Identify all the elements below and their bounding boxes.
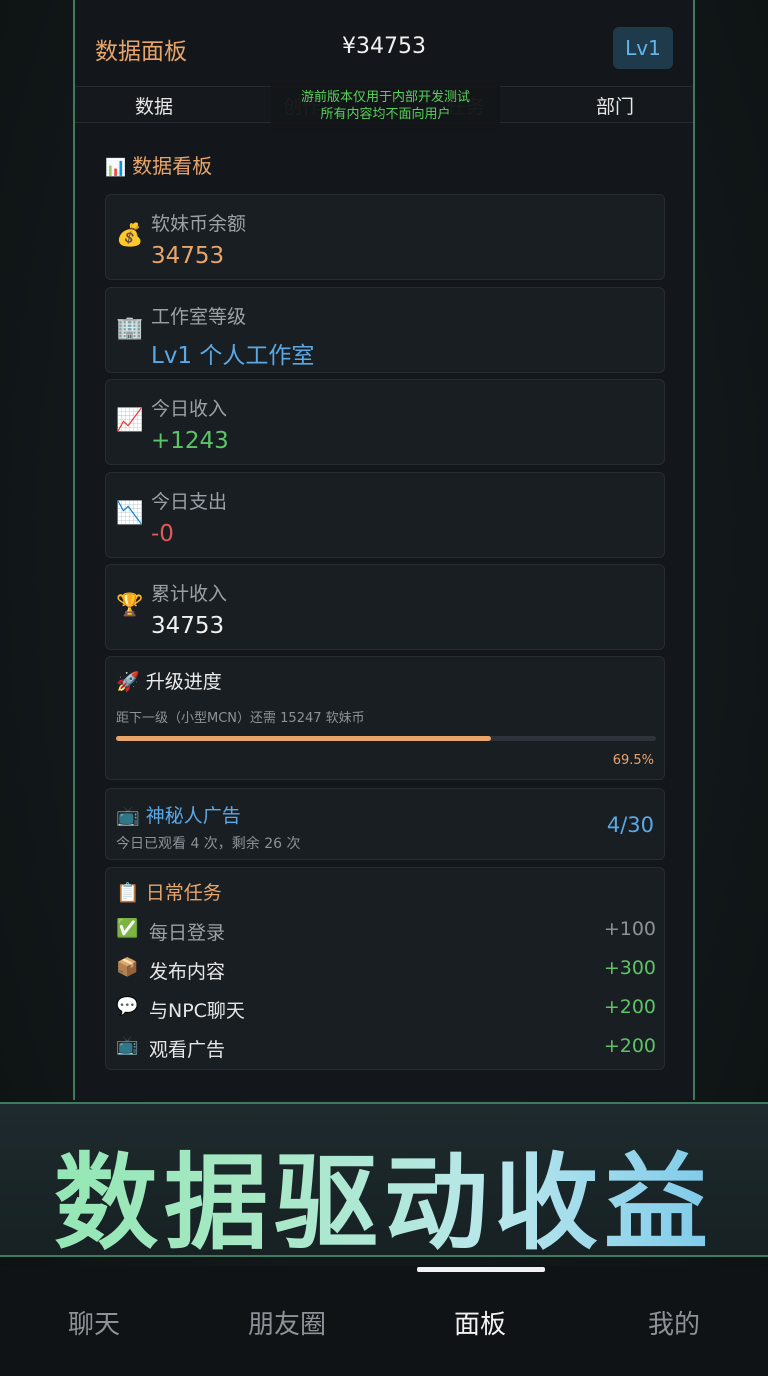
level-badge[interactable]: Lv1 bbox=[613, 27, 673, 69]
balance-display: ¥34753 bbox=[342, 34, 426, 59]
bar-chart-icon: 📊 bbox=[105, 158, 127, 178]
tasks-title: 📋 日常任务 bbox=[116, 878, 222, 905]
task-reward: +300 bbox=[603, 957, 656, 979]
progress-percent: 69.5% bbox=[612, 753, 654, 768]
package-icon: 📦 bbox=[116, 957, 139, 978]
stat-value: -0 bbox=[151, 521, 174, 547]
ad-title-text: 神秘人广告 bbox=[145, 805, 241, 827]
tab-data[interactable]: 数据 bbox=[135, 92, 173, 119]
nav-item-me[interactable]: 我的 bbox=[578, 1304, 768, 1341]
stat-card-balance: 💰 软妹币余额 34753 bbox=[105, 194, 665, 280]
promo-banner: 数据驱动收益 bbox=[0, 1102, 768, 1264]
tv-icon: 📺 bbox=[116, 1035, 139, 1056]
check-icon: ✅ bbox=[116, 918, 139, 939]
chart-down-icon: 📉 bbox=[116, 501, 144, 526]
stat-label: 软妹币余额 bbox=[151, 213, 247, 235]
task-reward: +100 bbox=[603, 918, 656, 940]
stat-label: 今日收入 bbox=[151, 398, 228, 420]
stat-value: 34753 bbox=[151, 243, 225, 269]
ad-title: 📺 神秘人广告 bbox=[116, 801, 241, 828]
tab-department[interactable]: 部门 bbox=[596, 92, 634, 119]
upgrade-title-text: 升级进度 bbox=[145, 671, 222, 693]
stat-label: 累计收入 bbox=[151, 583, 228, 605]
office-building-icon: 🏢 bbox=[116, 316, 144, 341]
progress-track bbox=[116, 736, 656, 741]
stat-value: Lv1 个人工作室 bbox=[151, 343, 315, 369]
task-label: 每日登录 bbox=[149, 922, 226, 944]
nav-item-dashboard[interactable]: 面板 bbox=[384, 1304, 576, 1341]
stat-card-total-income: 🏆 累计收入 34753 bbox=[105, 564, 665, 650]
task-item[interactable]: ✅ 每日登录 +100 bbox=[116, 916, 656, 946]
task-item[interactable]: 📦 发布内容 +300 bbox=[116, 955, 656, 985]
section-title-text: 数据看板 bbox=[132, 154, 213, 178]
daily-tasks-card: 📋 日常任务 ✅ 每日登录 +100 📦 发布内容 +300 💬 与NPC聊天 … bbox=[105, 867, 665, 1070]
phone-frame: 数据面板 ¥34753 Lv1 数据 创作 任务 部门 游前版本仅用于内部开发测… bbox=[73, 0, 695, 1100]
nav-item-chat[interactable]: 聊天 bbox=[0, 1304, 190, 1341]
ad-count: 4/30 bbox=[606, 813, 654, 837]
tasks-title-text: 日常任务 bbox=[145, 882, 222, 904]
task-label: 观看广告 bbox=[149, 1039, 226, 1061]
money-bag-icon: 💰 bbox=[116, 223, 144, 248]
task-reward: +200 bbox=[603, 996, 656, 1018]
promo-text: 数据驱动收益 bbox=[0, 1118, 768, 1269]
dev-notice-line2: 所有内容均不面向用户 bbox=[320, 107, 451, 122]
upgrade-note: 距下一级（小型MCN）还需 15247 软妹币 bbox=[116, 711, 365, 726]
trophy-icon: 🏆 bbox=[116, 593, 144, 618]
stat-value: 34753 bbox=[151, 613, 225, 639]
nav-item-moments[interactable]: 朋友圈 bbox=[191, 1304, 383, 1341]
section-title: 📊 数据看板 bbox=[105, 150, 212, 179]
dev-notice: 游前版本仅用于内部开发测试 所有内容均不面向用户 bbox=[271, 82, 500, 130]
chart-up-icon: 📈 bbox=[116, 408, 144, 433]
stat-card-today-income: 📈 今日收入 +1243 bbox=[105, 379, 665, 465]
nav-active-indicator bbox=[417, 1267, 545, 1272]
stat-card-today-expense: 📉 今日支出 -0 bbox=[105, 472, 665, 558]
speech-bubble-icon: 💬 bbox=[116, 996, 139, 1017]
stat-card-studio-level: 🏢 工作室等级 Lv1 个人工作室 bbox=[105, 287, 665, 373]
stat-value: +1243 bbox=[151, 428, 229, 454]
ad-note: 今日已观看 4 次，剩余 26 次 bbox=[116, 836, 301, 852]
dev-notice-line1: 游前版本仅用于内部开发测试 bbox=[300, 90, 470, 105]
upgrade-progress-card: 🚀 升级进度 距下一级（小型MCN）还需 15247 软妹币 69.5% bbox=[105, 656, 665, 780]
mystery-ad-card[interactable]: 📺 神秘人广告 今日已观看 4 次，剩余 26 次 4/30 bbox=[105, 788, 665, 860]
task-reward: +200 bbox=[603, 1035, 656, 1057]
task-item[interactable]: 💬 与NPC聊天 +200 bbox=[116, 994, 656, 1024]
tv-icon: 📺 bbox=[116, 805, 140, 827]
upgrade-title: 🚀 升级进度 bbox=[116, 667, 222, 694]
stat-label: 今日支出 bbox=[151, 491, 228, 513]
rocket-icon: 🚀 bbox=[116, 671, 140, 693]
stat-label: 工作室等级 bbox=[151, 306, 247, 328]
task-label: 与NPC聊天 bbox=[149, 1000, 245, 1022]
progress-fill bbox=[116, 736, 492, 741]
task-label: 发布内容 bbox=[149, 961, 226, 983]
app-header: 数据面板 ¥34753 Lv1 bbox=[75, 0, 693, 87]
task-item[interactable]: 📺 观看广告 +200 bbox=[116, 1033, 656, 1063]
clipboard-icon: 📋 bbox=[116, 882, 140, 904]
